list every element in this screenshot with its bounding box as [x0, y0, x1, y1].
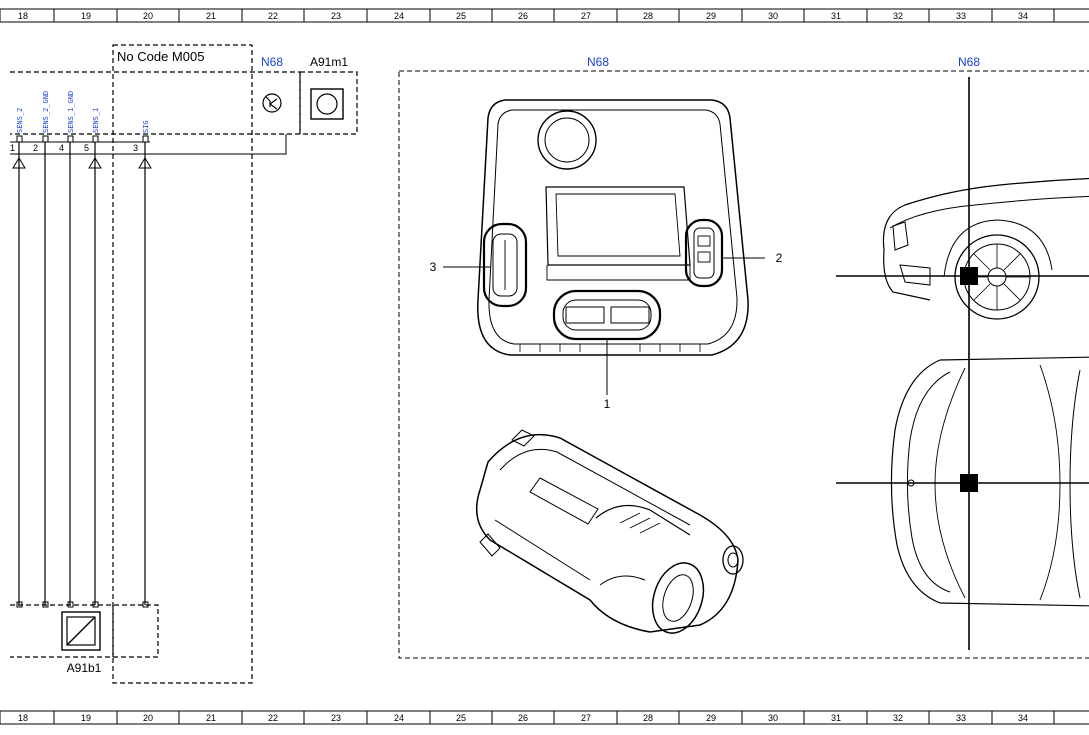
ruler-col-25-bottom: 25 [456, 713, 466, 723]
ruler-col-27-top: 27 [581, 11, 591, 21]
ruler-col-21-bottom: 21 [206, 713, 216, 723]
vehicle-side-view-illustration [882, 177, 1089, 320]
ruler-col-29-top: 29 [706, 11, 716, 21]
ruler-col-31-top: 31 [831, 11, 841, 21]
pin-connectors [16, 135, 149, 143]
ruler-col-25-top: 25 [456, 11, 466, 21]
callout-3: 3 [430, 260, 437, 274]
ruler-col-24-bottom: 24 [394, 713, 404, 723]
ruler-col-20-bottom: 20 [143, 713, 153, 723]
a91m1-label: A91m1 [310, 55, 348, 69]
motor-icon [310, 88, 344, 120]
ruler-col-18-top: 18 [18, 11, 28, 21]
ruler-col-34-bottom: 34 [1018, 713, 1028, 723]
ruler-col-31-bottom: 31 [831, 713, 841, 723]
ruler-col-23-bottom: 23 [331, 713, 341, 723]
pin-signal-sens-2: SENS_2 [16, 108, 24, 133]
ruler-col-20-top: 20 [143, 11, 153, 21]
n68-connector-boundary [10, 71, 301, 135]
location-marker-side-view [960, 267, 978, 285]
connector-2-shape [684, 218, 724, 288]
pin-signal-sens-1: SENS_1 [92, 108, 100, 133]
transistor-icon [262, 93, 282, 113]
motor-assembly-illustration [475, 429, 744, 634]
ruler-col-26-top: 26 [518, 11, 528, 21]
signal-arrows [12, 157, 152, 169]
ruler-col-21-top: 21 [206, 11, 216, 21]
pin-number-1: 1 [10, 143, 15, 153]
ruler-col-33-bottom: 33 [956, 713, 966, 723]
ruler-col-23-top: 23 [331, 11, 341, 21]
n68-label-right: N68 [958, 55, 980, 69]
ruler-col-27-bottom: 27 [581, 713, 591, 723]
pin-number-5: 5 [84, 143, 89, 153]
left-schematic [10, 44, 358, 684]
ruler-col-32-top: 32 [893, 11, 903, 21]
pin-number-3: 3 [133, 143, 138, 153]
ruler-col-22-bottom: 22 [268, 713, 278, 723]
ruler-col-30-bottom: 30 [768, 713, 778, 723]
a91b1-boundary [10, 604, 159, 658]
no-code-m005-boundary [112, 44, 253, 684]
ruler-col-18-bottom: 18 [18, 713, 28, 723]
bottom-ruler: 18 19 20 21 22 23 24 25 26 27 28 29 30 3… [0, 710, 1089, 725]
connector-1-shape [552, 289, 662, 341]
ruler-col-19-top: 19 [81, 11, 91, 21]
location-marker-top-view [960, 474, 978, 492]
pin-signal-sens-1-gnd: SENS_1_GND [67, 91, 75, 133]
ruler-col-34-top: 34 [1018, 11, 1028, 21]
sensor-icon [61, 611, 101, 651]
a91m1-boundary [299, 71, 358, 135]
n68-label-left: N68 [261, 55, 283, 69]
pin-signal-sig: SIG [142, 120, 150, 133]
ruler-col-29-bottom: 29 [706, 713, 716, 723]
n68-label-center: N68 [587, 55, 609, 69]
ruler-col-28-bottom: 28 [643, 713, 653, 723]
top-ruler: 18 19 20 21 22 23 24 25 26 27 28 29 30 3… [0, 8, 1089, 23]
ruler-col-22-top: 22 [268, 11, 278, 21]
wiring-diagram-canvas: 18 19 20 21 22 23 24 25 26 27 28 29 30 3… [0, 8, 1089, 725]
ruler-col-19-bottom: 19 [81, 713, 91, 723]
a91b1-label: A91b1 [67, 661, 102, 675]
vehicle-top-view-illustration [890, 356, 1089, 607]
pin-number-4: 4 [59, 143, 64, 153]
ruler-col-33-top: 33 [956, 11, 966, 21]
pin-signal-sens-2-gnd: SENS_2_GND [42, 91, 50, 133]
ruler-col-32-bottom: 32 [893, 713, 903, 723]
callout-1: 1 [604, 397, 611, 411]
no-code-m005-label: No Code M005 [117, 49, 204, 64]
ruler-col-28-top: 28 [643, 11, 653, 21]
control-unit-illustration [443, 99, 765, 395]
ruler-col-30-top: 30 [768, 11, 778, 21]
ruler-col-26-bottom: 26 [518, 713, 528, 723]
callout-2: 2 [776, 251, 783, 265]
ruler-col-24-top: 24 [394, 11, 404, 21]
pin-number-2: 2 [33, 143, 38, 153]
component-view-boundary [398, 70, 1089, 659]
